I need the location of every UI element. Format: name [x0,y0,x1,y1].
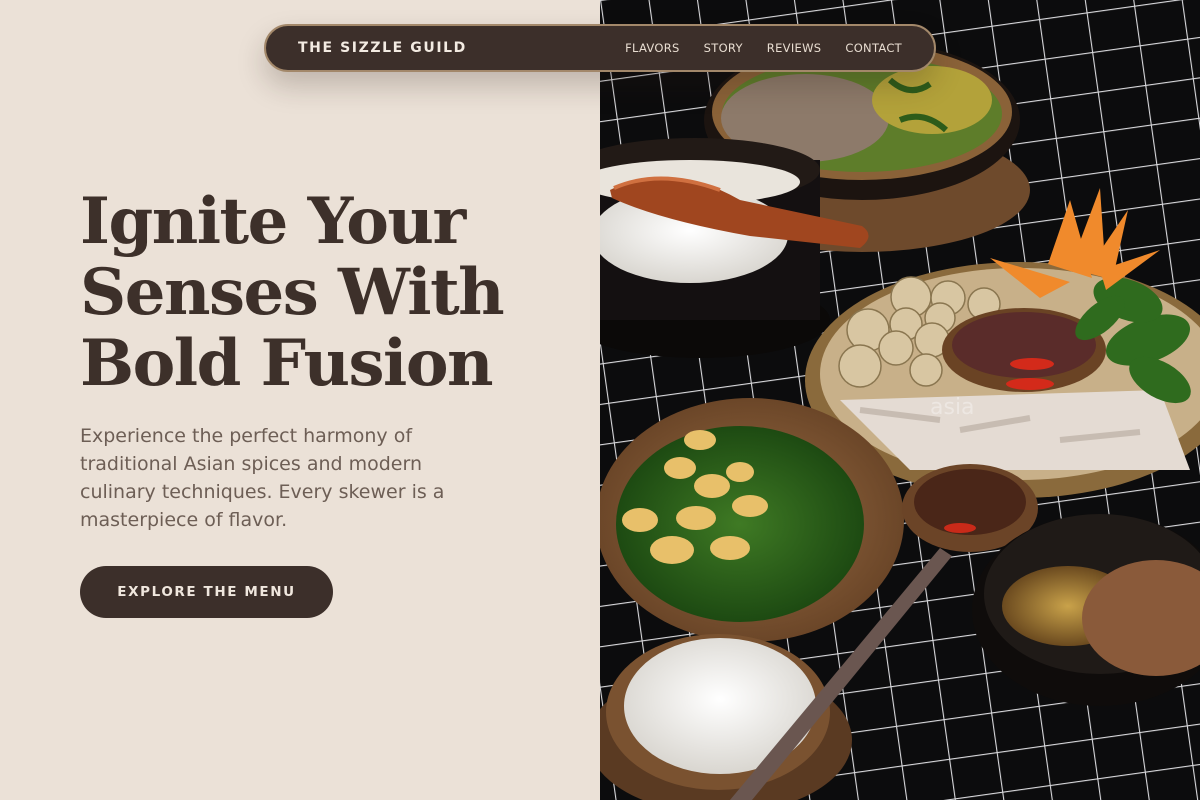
hero-headline-line-3: Bold Fusion [80,326,494,401]
food-photo: asia [600,0,1200,800]
nav-link-flavors[interactable]: FLAVORS [625,41,680,55]
photo-watermark: asia [930,395,975,420]
hero-headline-line-2: Senses With [80,255,505,330]
brand-logo[interactable]: THE SIZZLE GUILD [298,40,467,56]
nav-link-contact[interactable]: CONTACT [845,41,902,55]
explore-menu-button[interactable]: EXPLORE THE MENU [80,566,333,618]
hero-headline-line-1: Ignite Your [80,184,466,259]
nav-link-reviews[interactable]: REVIEWS [767,41,822,55]
hero-subtext: Experience the perfect harmony of tradit… [80,425,445,531]
navbar: THE SIZZLE GUILD FLAVORS STORY REVIEWS C… [264,24,936,72]
hero-headline: Ignite Your Senses With Bold Fusion [80,186,580,399]
nav-link-story[interactable]: STORY [704,41,743,55]
nav-links: FLAVORS STORY REVIEWS CONTACT [625,41,902,55]
